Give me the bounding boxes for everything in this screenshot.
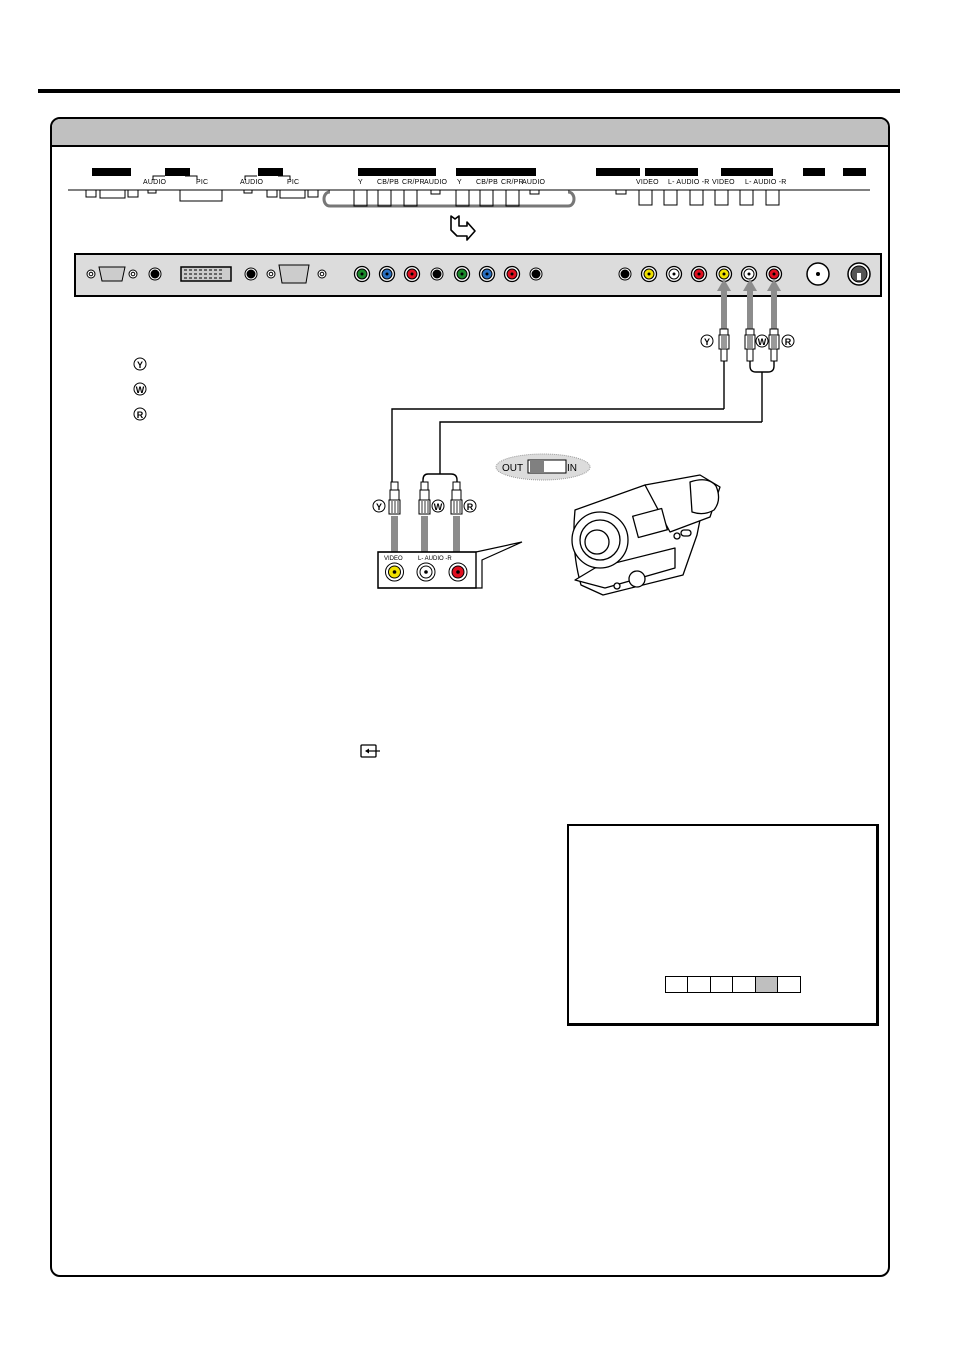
jack-screw	[317, 269, 327, 279]
jack-rca	[665, 265, 683, 283]
osd-screen	[567, 824, 879, 1026]
svg-text:W: W	[136, 385, 145, 395]
cam-video-label: VIDEO	[384, 556, 403, 562]
jack-vga	[278, 264, 310, 284]
svg-text:W: W	[758, 337, 767, 347]
osd-segment	[709, 976, 734, 993]
jack-rca	[453, 265, 471, 283]
svg-text:Y: Y	[137, 360, 143, 370]
jack-mini-jack	[618, 267, 632, 281]
osd-segment	[777, 976, 801, 993]
svg-text:W: W	[434, 502, 443, 512]
jack-dvi	[180, 266, 232, 282]
osd-segment	[664, 976, 689, 993]
jack-rca	[353, 265, 371, 283]
jack-screw	[128, 269, 138, 279]
input-selection-bar	[664, 976, 801, 993]
input-source-icon	[360, 744, 380, 758]
hand-pointer-arrow-icon	[450, 215, 476, 241]
svg-text:R: R	[137, 410, 144, 420]
jack-db9	[98, 266, 126, 282]
jack-s-video	[847, 262, 871, 286]
jack-coax	[806, 262, 830, 286]
svg-text:Y: Y	[376, 502, 382, 512]
cam-yellow-mark-icon: Y	[372, 499, 386, 513]
osd-segment	[732, 976, 756, 993]
red-mark-icon: R	[781, 334, 795, 348]
top-rule	[38, 89, 900, 93]
jack-screw	[266, 269, 276, 279]
jack-mini-jack	[529, 267, 543, 281]
jack-mini-jack	[148, 267, 162, 281]
legend-yellow-icon: Y	[133, 357, 147, 371]
jack-mini-jack	[430, 267, 444, 281]
jack-rca	[403, 265, 421, 283]
jack-rca	[378, 265, 396, 283]
legend-red-icon: R	[133, 407, 147, 421]
jack-mini-jack	[244, 267, 258, 281]
svg-text:R: R	[785, 337, 792, 347]
legend-white-icon: W	[133, 382, 147, 396]
section-header-bar	[52, 119, 888, 147]
switch-out-label: OUT	[502, 463, 523, 474]
camcorder-icon	[571, 474, 721, 596]
osd-segment-selected	[754, 976, 779, 993]
cam-red-mark-icon: R	[463, 499, 477, 513]
yellow-mark-icon: Y	[700, 334, 714, 348]
cam-white-mark-icon: W	[431, 499, 445, 513]
jack-screw	[86, 269, 96, 279]
svg-text:Y: Y	[704, 337, 710, 347]
svg-text:R: R	[467, 502, 474, 512]
osd-segment	[687, 976, 711, 993]
jack-rca	[640, 265, 658, 283]
jack-rca	[478, 265, 496, 283]
cam-audio-label: L- AUDIO -R	[418, 556, 452, 562]
jack-rca	[503, 265, 521, 283]
camcorder-connection: VIDEO L- AUDIO -R	[377, 481, 523, 589]
white-mark-icon: W	[755, 334, 769, 348]
